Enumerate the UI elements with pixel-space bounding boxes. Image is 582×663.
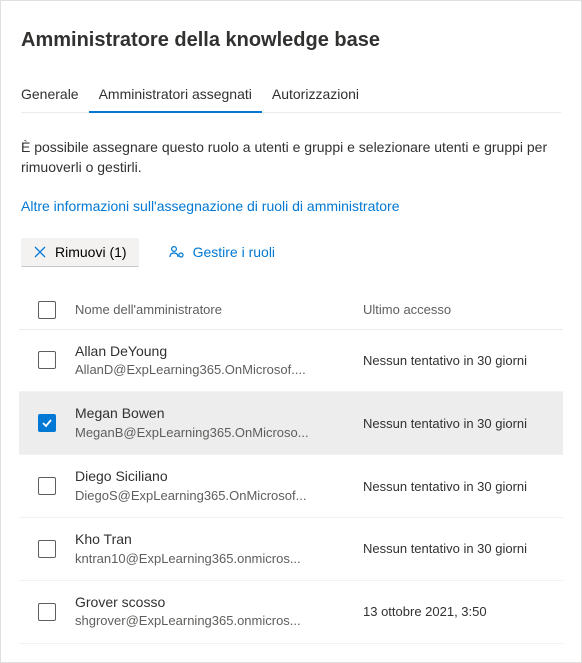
admin-email: MeganB@ExpLearning365.OnMicroso... bbox=[75, 424, 335, 442]
table-row[interactable]: Grover scossoshgrover@ExpLearning365.onm… bbox=[19, 581, 563, 644]
table-header: Nome dell'amministratore Ultimo accesso bbox=[19, 291, 563, 330]
remove-button-label: Rimuovi (1) bbox=[55, 244, 127, 260]
page-title: Amministratore della knowledge base bbox=[21, 29, 561, 52]
admin-email: kntran10@ExpLearning365.onmicros... bbox=[75, 550, 335, 568]
row-checkbox[interactable] bbox=[38, 603, 56, 621]
close-icon bbox=[33, 245, 47, 259]
last-access: Nessun tentativo in 30 giorni bbox=[363, 541, 563, 556]
tab-permissions[interactable]: Autorizzazioni bbox=[262, 80, 369, 112]
select-all-checkbox[interactable] bbox=[38, 301, 56, 319]
table-row[interactable]: Megan BowenMeganB@ExpLearning365.OnMicro… bbox=[19, 392, 563, 455]
admin-email: shgrover@ExpLearning365.onmicros... bbox=[75, 612, 335, 630]
manage-roles-button[interactable]: Gestire i ruoli bbox=[157, 238, 287, 266]
description-text: È possibile assegnare questo ruolo a ute… bbox=[21, 137, 561, 178]
table-row[interactable]: Diego SicilianoDiegoS@ExpLearning365.OnM… bbox=[19, 455, 563, 518]
last-access: 13 ottobre 2021, 3:50 bbox=[363, 604, 563, 619]
manage-roles-label: Gestire i ruoli bbox=[193, 244, 275, 260]
admin-name: Kho Tran bbox=[75, 530, 355, 550]
admin-email: AllanD@ExpLearning365.OnMicrosof.... bbox=[75, 361, 335, 379]
toolbar: Rimuovi (1) Gestire i ruoli bbox=[21, 238, 561, 267]
row-checkbox[interactable] bbox=[38, 477, 56, 495]
row-checkbox[interactable] bbox=[38, 351, 56, 369]
table-row[interactable]: Kho Trankntran10@ExpLearning365.onmicros… bbox=[19, 518, 563, 581]
row-checkbox[interactable] bbox=[38, 540, 56, 558]
last-access: Nessun tentativo in 30 giorni bbox=[363, 416, 563, 431]
tab-general[interactable]: Generale bbox=[21, 80, 89, 112]
tab-assigned-admins[interactable]: Amministratori assegnati bbox=[89, 80, 262, 112]
admin-email: DiegoS@ExpLearning365.OnMicrosof... bbox=[75, 487, 335, 505]
row-checkbox[interactable] bbox=[38, 414, 56, 432]
column-header-access[interactable]: Ultimo accesso bbox=[363, 302, 563, 317]
tab-bar: Generale Amministratori assegnati Autori… bbox=[21, 80, 561, 113]
column-header-name[interactable]: Nome dell'amministratore bbox=[75, 302, 363, 317]
people-settings-icon bbox=[169, 244, 185, 260]
admin-name: Diego Siciliano bbox=[75, 467, 355, 487]
admins-table: Nome dell'amministratore Ultimo accesso … bbox=[19, 291, 563, 644]
admin-name: Megan Bowen bbox=[75, 404, 355, 424]
admin-name: Allan DeYoung bbox=[75, 342, 355, 362]
learn-more-link[interactable]: Altre informazioni sull'assegnazione di … bbox=[21, 198, 400, 214]
remove-button[interactable]: Rimuovi (1) bbox=[21, 238, 139, 267]
admin-name: Grover scosso bbox=[75, 593, 355, 613]
last-access: Nessun tentativo in 30 giorni bbox=[363, 353, 563, 368]
table-row[interactable]: Allan DeYoungAllanD@ExpLearning365.OnMic… bbox=[19, 330, 563, 393]
last-access: Nessun tentativo in 30 giorni bbox=[363, 479, 563, 494]
